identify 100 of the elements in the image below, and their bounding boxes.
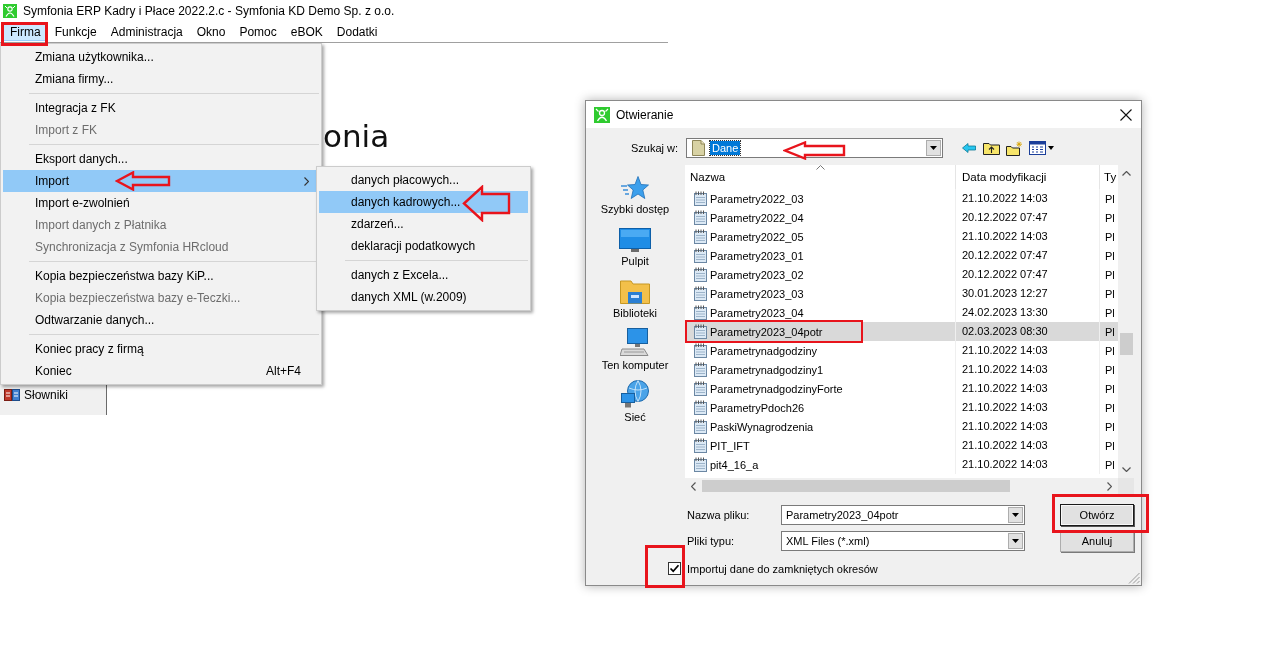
scrollbar-thumb[interactable] [1119, 333, 1133, 355]
up-folder-icon[interactable] [983, 141, 1000, 155]
file-row[interactable]: Parametry2023_04potr 02.03.2023 08:30 Pl [685, 322, 1118, 341]
file-row[interactable]: Parametry2023_01 20.12.2022 07:47 Pl [685, 246, 1118, 265]
file-row[interactable]: Parametry2022_04 20.12.2022 07:47 Pl [685, 208, 1118, 227]
star-icon [621, 176, 649, 200]
file-row[interactable]: PIT_IFT 21.10.2022 14:03 Pl [685, 436, 1118, 455]
caret-down-icon [1012, 539, 1019, 543]
logo-text: onia [323, 121, 390, 152]
folder-dropdown[interactable]: Dane [686, 138, 943, 158]
date-cell: 20.12.2022 07:47 [956, 208, 1100, 227]
document-icon [693, 191, 707, 206]
file-name: Parametry2023_03 [710, 287, 804, 300]
checkbox-label: Importuj dane do zamkniętych okresów [687, 562, 878, 575]
menu-bar-item[interactable]: Pomoc [232, 23, 284, 41]
file-row[interactable]: pit4_16_a 21.10.2022 14:03 Pl [685, 455, 1118, 474]
file-row[interactable]: PaskiWynagrodzenia 21.10.2022 14:03 Pl [685, 417, 1118, 436]
file-name: PaskiWynagrodzenia [710, 420, 814, 433]
type-cell-text: Pl [1104, 363, 1116, 376]
file-name: Parametrynadgodziny1 [710, 363, 824, 376]
file-row[interactable]: ParametrynadgodzinyForte 21.10.2022 14:03 Pl [685, 379, 1118, 398]
column-header[interactable]: Ty [1100, 165, 1118, 189]
field-label: Nazwa pliku: [686, 509, 750, 521]
network-icon [621, 380, 649, 408]
menu-item[interactable]: danych z Excela... [319, 264, 528, 286]
dialog-button[interactable]: Otwórz [1060, 504, 1134, 526]
chevron-right-icon[interactable] [1107, 481, 1112, 491]
file-name-field[interactable]: Parametry2023_04potr [781, 505, 1025, 525]
file-row[interactable]: Parametry2023_03 30.01.2023 12:27 Pl [685, 284, 1118, 303]
new-folder-icon[interactable] [1006, 140, 1023, 156]
file-name: Parametry2022_04 [710, 211, 804, 224]
places-item[interactable]: Pulpit [597, 223, 673, 275]
file-type-dropdown[interactable]: XML Files (*.xml) [781, 531, 1025, 551]
menu-item[interactable]: deklaracji podatkowych [319, 235, 528, 257]
places-item[interactable]: Szybki dostęp [597, 171, 673, 223]
places-item[interactable]: Biblioteki [597, 275, 673, 327]
folder-icon [620, 278, 650, 304]
type-cell-text: Pl [1104, 306, 1116, 319]
type-cell-text: Pl [1104, 325, 1116, 338]
chevron-up-icon[interactable] [1121, 171, 1131, 176]
document-icon [693, 229, 707, 244]
column-header[interactable]: Nazwa [685, 165, 956, 189]
menu-item[interactable]: danych XML (w.2009) [319, 286, 528, 308]
menu-item[interactable]: Zmiana firmy... [3, 68, 319, 90]
menu-item[interactable]: Zmiana użytkownika... [3, 46, 319, 68]
type-cell-text: Pl [1104, 420, 1116, 433]
close-icon[interactable] [1120, 108, 1132, 121]
menu-item[interactable]: zdarzeń... [319, 213, 528, 235]
type-cell-text: Pl [1104, 230, 1116, 243]
menu-item[interactable]: Import e-zwolnień [3, 192, 319, 214]
dropdown-button[interactable] [1008, 507, 1023, 523]
file-row[interactable]: Parametry2023_02 20.12.2022 07:47 Pl [685, 265, 1118, 284]
menu-item[interactable]: Odtwarzanie danych... [3, 309, 319, 331]
date-cell: 21.10.2022 14:03 [956, 417, 1100, 436]
menu-bar-item[interactable]: eBOK [283, 23, 330, 41]
file-name: Parametry2023_02 [710, 268, 804, 281]
back-arrow-icon[interactable] [962, 143, 976, 153]
menu-item[interactable]: Koniec Alt+F4 [3, 360, 319, 382]
document-icon [693, 381, 707, 396]
chevron-left-icon[interactable] [691, 481, 696, 491]
file-name: Parametry2022_03 [710, 192, 804, 205]
menu-item[interactable]: danych kadrowych... [319, 191, 528, 213]
checkbox[interactable] [668, 562, 681, 575]
file-row[interactable]: Parametrynadgodziny1 21.10.2022 14:03 Pl [685, 360, 1118, 379]
field-label: Szukaj w: [630, 142, 678, 154]
file-row[interactable]: Parametry2022_03 21.10.2022 14:03 Pl [685, 189, 1118, 208]
file-name: PIT_IFT [710, 439, 750, 452]
menu-item[interactable]: Koniec pracy z firmą [3, 338, 319, 360]
places-item[interactable]: Ten komputer [597, 327, 673, 379]
type-cell-text: Pl [1104, 287, 1116, 300]
column-header[interactable]: Data modyfikacji [956, 165, 1100, 189]
menu-bar-item[interactable]: Administracja [103, 23, 190, 41]
resize-grip-icon[interactable] [1128, 572, 1140, 584]
scrollbar-thumb[interactable] [702, 480, 1010, 492]
document-icon [693, 248, 707, 263]
document-icon [693, 438, 707, 453]
date-cell: 21.10.2022 14:03 [956, 189, 1100, 208]
books-icon [4, 389, 20, 401]
dropdown-button[interactable] [1008, 533, 1023, 549]
file-name: Parametrynadgodziny [710, 344, 817, 357]
document-icon [693, 305, 707, 320]
file-row[interactable]: Parametry2022_05 21.10.2022 14:03 Pl [685, 227, 1118, 246]
file-row[interactable]: ParametryPdoch26 21.10.2022 14:03 Pl [685, 398, 1118, 417]
menu-item[interactable]: Import [3, 170, 319, 192]
date-cell: 21.10.2022 14:03 [956, 360, 1100, 379]
sidebar-item[interactable]: Słowniki [0, 386, 106, 404]
chevron-down-icon[interactable] [1121, 467, 1131, 472]
menu-bar-item[interactable]: Dodatki [329, 23, 385, 41]
file-name: ParametrynadgodzinyForte [710, 382, 843, 395]
view-menu-icon[interactable] [1029, 141, 1055, 155]
menu-item[interactable]: danych płacowych... [319, 169, 528, 191]
file-row[interactable]: Parametrynadgodziny 21.10.2022 14:03 Pl [685, 341, 1118, 360]
menu-item[interactable]: Integracja z FK [3, 97, 319, 119]
menu-bar-item[interactable]: Okno [189, 23, 233, 41]
menu-item[interactable]: Kopia bezpieczeństwa bazy KiP... [3, 265, 319, 287]
menu-bar-item[interactable]: Funkcje [47, 23, 104, 41]
dropdown-button[interactable] [926, 140, 941, 156]
menu-item[interactable]: Eksport danych... [3, 148, 319, 170]
places-item[interactable]: Sieć [597, 379, 673, 431]
type-cell-text: Pl [1104, 192, 1116, 205]
